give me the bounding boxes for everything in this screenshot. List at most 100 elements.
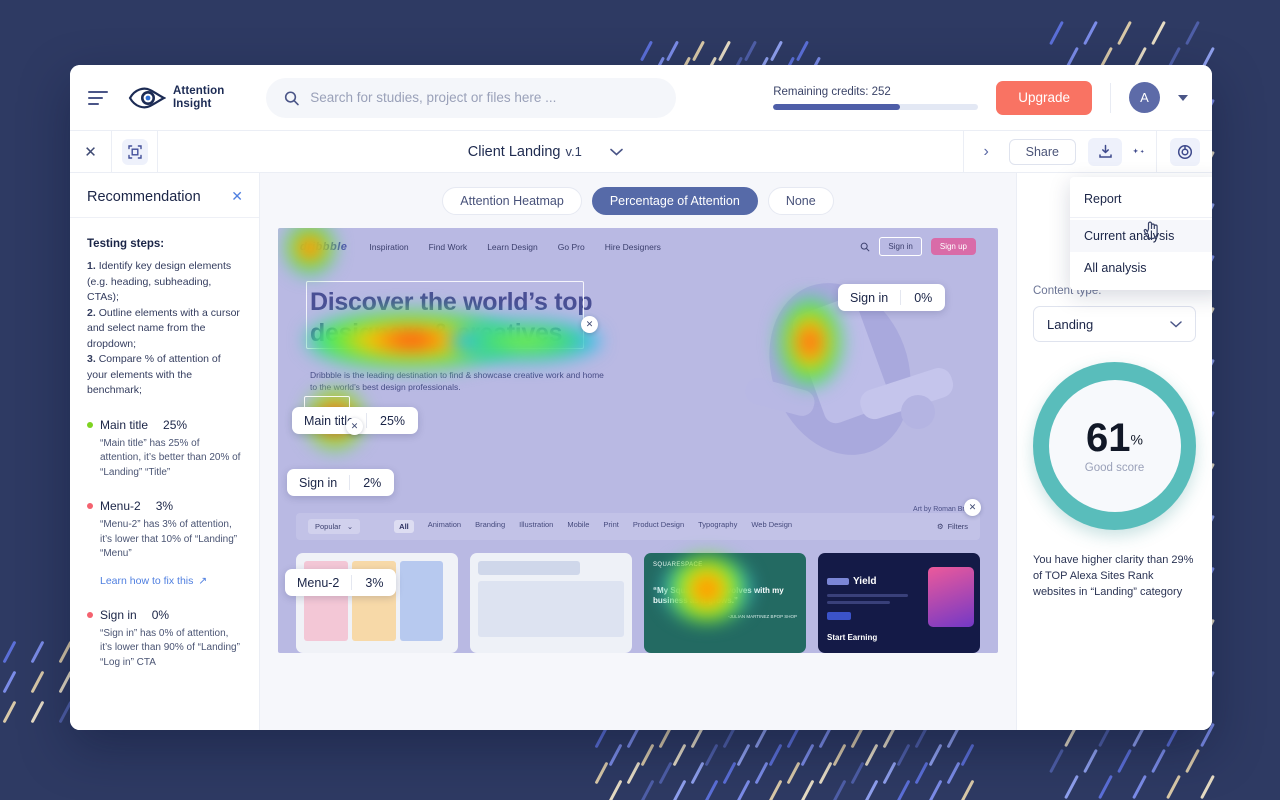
upgrade-button[interactable]: Upgrade: [996, 80, 1092, 115]
project-selector[interactable]: Client Landing v.1: [158, 143, 933, 161]
preview-category[interactable]: Mobile: [567, 520, 589, 533]
remove-annotation-card[interactable]: ✕: [964, 499, 981, 516]
decorative-slash: [896, 779, 911, 800]
avatar[interactable]: A: [1129, 82, 1160, 113]
testing-steps-title: Testing steps:: [87, 238, 165, 250]
score-ring: 61% Good score: [1033, 362, 1196, 530]
decorative-slash: [850, 761, 865, 785]
preview-category[interactable]: Illustration: [519, 520, 553, 533]
report-menu-inner[interactable]: [1169, 137, 1200, 166]
crop-tool-button[interactable]: [112, 131, 158, 172]
magic-enhance-button[interactable]: [1122, 138, 1156, 166]
annotation-chip-menu2[interactable]: Menu-2 3%: [285, 569, 397, 596]
recommendation-item[interactable]: Sign in 0% “Sign in” has 0% of attention, …: [87, 608, 242, 671]
decorative-slash: [800, 743, 815, 767]
preview-card-2[interactable]: [470, 553, 632, 653]
view-mode-tab-0[interactable]: Attention Heatmap: [442, 187, 582, 215]
annotation-chip-signin[interactable]: Sign in 2%: [287, 469, 395, 496]
recommendation-item-name: Sign in: [100, 607, 137, 622]
preview-card-3[interactable]: SQUARESPACE “My Squarespace evolves with…: [644, 553, 806, 653]
annotation-value: 3%: [365, 575, 384, 590]
view-mode-tab-1[interactable]: Percentage of Attention: [591, 187, 758, 215]
menu-item-report[interactable]: Report: [1070, 183, 1212, 215]
preview-nav-link[interactable]: Go Pro: [558, 242, 585, 252]
recommendation-item-description: “Sign in” has 0% of attention, it’s lowe…: [100, 627, 240, 668]
recommendation-item-percent: 0%: [151, 607, 170, 622]
chevron-down-icon[interactable]: [1178, 94, 1188, 101]
decorative-slash: [692, 40, 705, 62]
recommendation-item-name: Main title: [100, 417, 149, 432]
remove-annotation-signin[interactable]: ✕: [346, 418, 363, 435]
view-mode-tabs: Attention Heatmap Percentage of Attention…: [442, 187, 834, 215]
crop-tool-inner[interactable]: [121, 138, 148, 165]
preview-card-1[interactable]: [296, 553, 458, 653]
preview-sort-dropdown[interactable]: Popular ⌄: [308, 519, 361, 534]
decorative-slash: [2, 640, 17, 664]
download-icon: [1098, 144, 1112, 158]
preview-category[interactable]: Web Design: [751, 520, 792, 533]
filter-icon: ⚙: [936, 522, 944, 531]
remove-annotation-main-title[interactable]: ✕: [581, 316, 598, 333]
decorative-slash: [1049, 20, 1064, 46]
decorative-slash: [770, 40, 783, 62]
decorative-slash: [718, 40, 731, 62]
decorative-slash: [928, 743, 943, 767]
content-type-select[interactable]: Landing: [1033, 306, 1196, 342]
preview-nav-link[interactable]: Hire Designers: [605, 242, 661, 252]
decorative-slash: [1083, 748, 1098, 774]
score-inner: 61% Good score: [1048, 380, 1181, 512]
next-version-button[interactable]: ›: [962, 131, 1009, 172]
preview-filter-bar: Popular ⌄ All Animation Branding Illustrati…: [296, 513, 980, 540]
download-button[interactable]: [1088, 137, 1122, 166]
preview-hero-subtitle: Dribbble is the leading destination to f…: [310, 370, 604, 392]
brand-logo[interactable]: Attention Insight: [128, 85, 224, 110]
close-recommendation-button[interactable]: ✕: [231, 189, 243, 203]
recommendation-items: Main title 25% “Main title” has 25% of att…: [87, 418, 242, 671]
recommendation-item[interactable]: Menu-2 3% “Menu-2” has 3% of attention, it…: [87, 499, 242, 589]
brand-line-1: Attention: [173, 85, 225, 97]
preview-filters-label: Filters: [947, 522, 968, 531]
annotation-name: Sign in: [299, 475, 338, 490]
preview-category[interactable]: Product Design: [633, 520, 684, 533]
hamburger-menu-icon[interactable]: [88, 90, 110, 105]
report-menu-button[interactable]: [1156, 131, 1212, 172]
preview-card-4[interactable]: Yield Start Earning: [818, 553, 980, 653]
preview-category[interactable]: Print: [603, 520, 618, 533]
recommendation-item-name: Menu-2: [100, 499, 141, 513]
learn-how-to-fix-link[interactable]: Learn how to fix this ↗: [87, 575, 207, 587]
decorative-slash: [608, 779, 623, 800]
decorative-slash: [1117, 748, 1132, 774]
menu-item-all-analysis[interactable]: All analysis: [1070, 252, 1212, 284]
preview-signup-button[interactable]: Sign up: [930, 238, 976, 255]
search-input[interactable]: [310, 90, 659, 105]
decorative-slash: [1098, 774, 1113, 800]
view-mode-tab-2[interactable]: None: [767, 187, 834, 215]
preview-category[interactable]: Typography: [698, 520, 737, 533]
recommendation-body: Testing steps: 1. Identify key design el…: [70, 218, 259, 680]
project-chevron-down-icon[interactable]: [610, 143, 623, 161]
decorative-slash: [864, 743, 879, 767]
annotation-value: 25%: [380, 413, 406, 428]
decorative-slash: [768, 743, 783, 767]
preview-category[interactable]: Animation: [428, 520, 461, 533]
annotation-chip-signin-top[interactable]: Sign in 0%: [838, 284, 946, 311]
preview-nav-link[interactable]: Find Work: [429, 242, 468, 252]
preview-nav-link[interactable]: Learn Design: [487, 242, 538, 252]
preview-category[interactable]: Branding: [475, 520, 505, 533]
recommendation-item[interactable]: Main title 25% “Main title” has 25% of att…: [87, 418, 242, 481]
decorative-slash: [960, 743, 975, 767]
preview-signin-button[interactable]: Sign in: [879, 237, 922, 256]
preview-card4-cta: Start Earning: [827, 633, 878, 642]
preview-category[interactable]: All: [394, 520, 414, 533]
menu-item-current-analysis[interactable]: Current analysis: [1070, 220, 1212, 252]
search-bar[interactable]: [266, 77, 677, 118]
decorative-slash: [1049, 748, 1064, 774]
preview-filters-button[interactable]: ⚙ Filters: [937, 522, 968, 531]
recommendation-item-percent: 3%: [155, 499, 174, 513]
decorative-slash: [640, 743, 655, 767]
close-editor-button[interactable]: ✕: [70, 131, 112, 172]
share-button[interactable]: Share: [1008, 138, 1076, 165]
top-bar-right: Remaining credits: 252 Upgrade A: [773, 80, 1188, 115]
decorative-slash: [30, 640, 45, 664]
preview-nav-link[interactable]: Inspiration: [369, 242, 408, 252]
